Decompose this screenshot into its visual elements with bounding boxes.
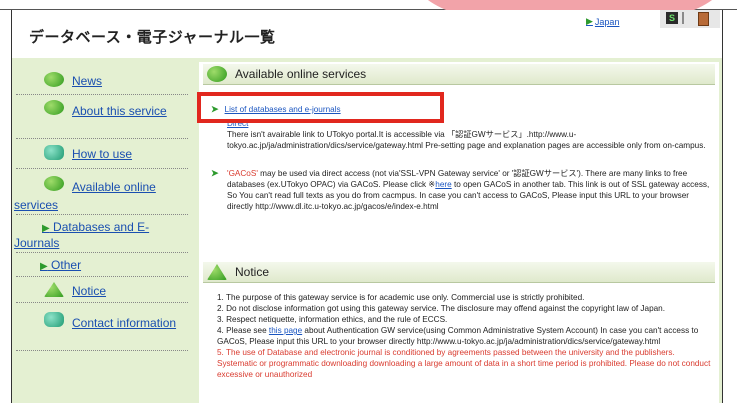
sidebar-item-label: Databases and E-Journals xyxy=(14,220,150,250)
notice-text: Respect netiquette, information ethics, … xyxy=(226,315,448,324)
separator-icon xyxy=(682,12,684,24)
language-link-label: Japan xyxy=(594,16,620,27)
warning-triangle-icon xyxy=(207,264,227,280)
list-number: 3. xyxy=(217,315,224,324)
sidebar-item-label: How to use xyxy=(72,147,133,161)
notice-text: The use of Database and electronic journ… xyxy=(217,348,711,379)
sidebar-item-how-to-use[interactable]: How to use xyxy=(72,147,182,161)
divider xyxy=(16,138,188,139)
browser-extension-bar: S xyxy=(660,10,720,28)
list-number: 5. xyxy=(217,348,224,357)
gacos-label: 'GACoS' xyxy=(227,169,258,178)
divider xyxy=(16,276,188,277)
notice-text: The purpose of this gateway service is f… xyxy=(225,293,585,302)
sidebar-item-label: Available online services xyxy=(14,180,156,212)
arrow-right-icon: ➤ xyxy=(211,168,219,178)
sidebar-item-label: About this service xyxy=(72,104,167,118)
this-page-link[interactable]: this page xyxy=(269,326,302,335)
divider xyxy=(16,252,188,253)
monitor-icon xyxy=(44,145,64,160)
arrow-right-icon: ▶ xyxy=(42,223,50,234)
notice-section-header: Notice xyxy=(203,262,715,283)
divider xyxy=(16,350,188,351)
sidebar-item-contact-information[interactable]: Contact information xyxy=(14,314,190,332)
sidebar: News About this service How to use Avail… xyxy=(12,58,192,403)
warning-triangle-icon xyxy=(44,282,64,297)
sidebar-item-label: News xyxy=(72,74,103,88)
notice-list: 1. The purpose of this gateway service i… xyxy=(217,292,713,380)
sidebar-item-label: Other xyxy=(51,258,82,272)
list-item: 5. The use of Database and electronic jo… xyxy=(217,347,713,380)
service-item-gacos: ➤ 'GACoS' may be used via direct access … xyxy=(211,168,711,212)
list-number: 1. xyxy=(217,293,224,302)
service-note: There isn't avairable link to UTokyo por… xyxy=(227,130,706,150)
section-title: Available online services xyxy=(235,67,367,81)
notice-text: Please see xyxy=(226,326,269,335)
sidebar-item-news[interactable]: News xyxy=(72,74,182,88)
sidebar-item-label: Contact information xyxy=(72,316,177,330)
language-switch-link[interactable]: ▶ Japan xyxy=(586,16,619,27)
sidebar-item-available-online-services[interactable]: Available online services xyxy=(14,178,190,214)
list-number: 4. xyxy=(217,326,224,335)
arrow-right-icon: ▶ xyxy=(40,261,48,272)
browser-page: データベース・電子ジャーナル一覧 ▶ Japan S News About th… xyxy=(11,10,723,403)
list-item: 2. Do not disclose information got using… xyxy=(217,303,713,314)
divider xyxy=(16,168,188,169)
highlight-annotation-box xyxy=(197,92,444,123)
section-title: Notice xyxy=(235,265,270,279)
sidebar-item-databases-and-ejournals[interactable]: ▶ Databases and E-Journals xyxy=(14,220,190,250)
globe-icon xyxy=(207,66,227,82)
divider xyxy=(16,214,188,215)
divider xyxy=(16,94,188,95)
notice-text: Do not disclose information got using th… xyxy=(226,304,666,313)
sidebar-item-notice[interactable]: Notice xyxy=(72,284,182,298)
exit-door-icon[interactable] xyxy=(698,12,709,26)
sidebar-item-about[interactable]: About this service xyxy=(14,102,190,120)
sidebar-item-other[interactable]: ▶ Other xyxy=(40,258,180,272)
speech-bubble-icon xyxy=(44,72,64,87)
gacos-here-link[interactable]: here xyxy=(435,180,451,189)
divider xyxy=(16,302,188,303)
page-header: データベース・電子ジャーナル一覧 ▶ Japan S xyxy=(12,10,722,58)
arrow-right-icon: ▶ xyxy=(586,16,593,26)
page-title: データベース・電子ジャーナル一覧 xyxy=(29,29,276,46)
services-section-header: Available online services xyxy=(203,64,715,85)
list-number: 2. xyxy=(217,304,224,313)
list-item: 1. The purpose of this gateway service i… xyxy=(217,292,713,303)
list-item: 3. Respect netiquette, information ethic… xyxy=(217,314,713,325)
extension-s-icon[interactable]: S xyxy=(666,12,678,24)
list-item: 4. Please see this page about Authentica… xyxy=(217,325,713,347)
sidebar-item-label: Notice xyxy=(72,284,107,298)
